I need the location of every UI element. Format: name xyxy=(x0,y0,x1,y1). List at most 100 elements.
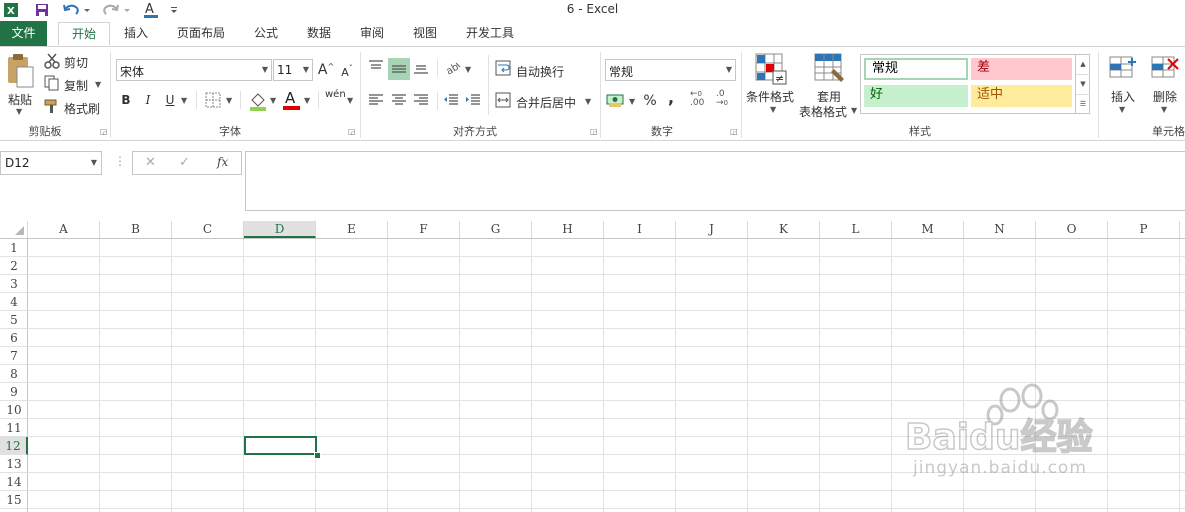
gallery-down-icon[interactable]: ▼ xyxy=(1076,75,1090,95)
chevron-down-icon[interactable]: ▼ xyxy=(262,65,268,74)
paste-dropdown-icon[interactable]: ▼ xyxy=(16,107,22,116)
chevron-down-icon[interactable]: ▼ xyxy=(91,158,97,167)
column-header-m[interactable]: M xyxy=(892,221,964,238)
row-header-8[interactable]: 8 xyxy=(0,365,28,383)
fill-handle[interactable] xyxy=(314,452,321,459)
format-as-table-icon[interactable] xyxy=(814,53,846,85)
copy-button[interactable]: 复制 xyxy=(64,77,88,94)
align-right-icon[interactable] xyxy=(413,92,431,110)
cut-button[interactable]: 剪切 xyxy=(64,54,88,71)
column-header-g[interactable]: G xyxy=(460,221,532,238)
tab-formulas[interactable]: 公式 xyxy=(248,21,284,46)
increase-indent-icon[interactable] xyxy=(465,92,483,110)
row-header-14[interactable]: 14 xyxy=(0,473,28,491)
phonetic-guide-button[interactable]: wén xyxy=(325,89,346,100)
number-format-combo[interactable]: 常规 ▼ xyxy=(605,59,736,81)
cancel-icon[interactable]: ✕ xyxy=(145,155,156,170)
number-launcher-icon[interactable]: ◲ xyxy=(730,127,738,136)
alignment-launcher-icon[interactable]: ◲ xyxy=(590,127,598,136)
wrap-text-icon[interactable] xyxy=(495,60,513,78)
format-as-table-label-2[interactable]: 表格格式 xyxy=(799,103,847,120)
row-header-15[interactable]: 15 xyxy=(0,491,28,509)
column-header-e[interactable]: E xyxy=(316,221,388,238)
drag-handle-icon[interactable]: ⋮ xyxy=(114,154,126,168)
clipboard-launcher-icon[interactable]: ◲ xyxy=(100,127,108,136)
row-header-3[interactable]: 3 xyxy=(0,275,28,293)
row-header-9[interactable]: 9 xyxy=(0,383,28,401)
merge-center-button[interactable]: 合并后居中 xyxy=(516,94,576,111)
row-header-7[interactable]: 7 xyxy=(0,347,28,365)
tab-page-layout[interactable]: 页面布局 xyxy=(170,21,232,46)
paste-button[interactable]: 粘贴 xyxy=(8,91,32,108)
name-box[interactable]: D12 ▼ xyxy=(0,151,102,175)
align-center-icon[interactable] xyxy=(391,92,409,110)
copy-dropdown-icon[interactable]: ▼ xyxy=(95,80,101,89)
accounting-dropdown-icon[interactable]: ▼ xyxy=(629,97,635,106)
underline-dropdown-icon[interactable]: ▼ xyxy=(181,96,187,105)
insert-cells-icon[interactable] xyxy=(1108,53,1138,83)
tab-home[interactable]: 开始 xyxy=(58,22,110,46)
increase-decimal-button[interactable]: ←0 .00 xyxy=(690,90,712,110)
phonetic-dropdown-icon[interactable]: ▼ xyxy=(347,96,353,105)
merge-center-icon[interactable] xyxy=(495,92,513,110)
orientation-dropdown-icon[interactable]: ▼ xyxy=(465,65,471,74)
merge-dropdown-icon[interactable]: ▼ xyxy=(585,97,591,106)
decrease-decimal-button[interactable]: .0 →0 xyxy=(716,90,738,110)
column-header-a[interactable]: A xyxy=(28,221,100,238)
enter-icon[interactable]: ✓ xyxy=(179,155,190,170)
font-launcher-icon[interactable]: ◲ xyxy=(348,127,356,136)
tab-review[interactable]: 审阅 xyxy=(354,21,390,46)
delete-cells-button[interactable]: 删除 xyxy=(1153,88,1177,105)
wrap-text-button[interactable]: 自动换行 xyxy=(516,63,564,80)
row-header-1[interactable]: 1 xyxy=(0,239,28,257)
accounting-format-icon[interactable] xyxy=(606,91,626,109)
style-good[interactable]: 好 xyxy=(864,85,968,107)
format-as-table-dropdown-icon[interactable]: ▼ xyxy=(851,106,857,115)
tab-view[interactable]: 视图 xyxy=(407,21,443,46)
align-left-icon[interactable] xyxy=(368,92,386,110)
font-color-dropdown-icon[interactable]: ▼ xyxy=(304,96,310,105)
column-header-k[interactable]: K xyxy=(748,221,820,238)
row-header-5[interactable]: 5 xyxy=(0,311,28,329)
shrink-font-button[interactable]: Aˇ xyxy=(338,61,356,83)
paste-icon[interactable] xyxy=(4,53,36,93)
orientation-icon[interactable]: ab xyxy=(444,59,464,78)
underline-button[interactable]: U xyxy=(162,90,178,110)
formula-input[interactable] xyxy=(245,151,1185,211)
decrease-indent-icon[interactable] xyxy=(443,92,461,110)
align-top-icon[interactable] xyxy=(368,59,386,77)
fill-color-icon[interactable] xyxy=(248,91,268,111)
bold-button[interactable]: B xyxy=(118,90,134,110)
column-header-n[interactable]: N xyxy=(964,221,1036,238)
conditional-formatting-button[interactable]: 条件格式 xyxy=(746,88,794,105)
column-header-o[interactable]: O xyxy=(1036,221,1108,238)
row-header-2[interactable]: 2 xyxy=(0,257,28,275)
percent-button[interactable]: % xyxy=(642,91,658,111)
column-header-h[interactable]: H xyxy=(532,221,604,238)
column-header-i[interactable]: I xyxy=(604,221,676,238)
select-all-corner[interactable] xyxy=(0,221,28,238)
row-header-11[interactable]: 11 xyxy=(0,419,28,437)
tab-developer[interactable]: 开发工具 xyxy=(460,21,520,46)
chevron-down-icon[interactable]: ▼ xyxy=(726,65,732,74)
column-header-c[interactable]: C xyxy=(172,221,244,238)
gallery-more-icon[interactable]: ☰ xyxy=(1076,95,1090,113)
gallery-scrollbar[interactable]: ▲ ▼ ☰ xyxy=(1075,55,1090,113)
fill-color-dropdown-icon[interactable]: ▼ xyxy=(270,96,276,105)
column-header-l[interactable]: L xyxy=(820,221,892,238)
column-header-p[interactable]: P xyxy=(1108,221,1180,238)
row-header-13[interactable]: 13 xyxy=(0,455,28,473)
row-header-4[interactable]: 4 xyxy=(0,293,28,311)
insert-cells-dropdown-icon[interactable]: ▼ xyxy=(1119,105,1125,114)
row-header-12[interactable]: 12 xyxy=(0,437,28,455)
italic-button[interactable]: I xyxy=(140,90,156,110)
insert-cells-button[interactable]: 插入 xyxy=(1111,88,1135,105)
tab-data[interactable]: 数据 xyxy=(301,21,337,46)
style-neutral[interactable]: 适中 xyxy=(971,85,1072,107)
borders-icon[interactable] xyxy=(205,92,223,110)
borders-dropdown-icon[interactable]: ▼ xyxy=(226,96,232,105)
delete-cells-dropdown-icon[interactable]: ▼ xyxy=(1161,105,1167,114)
active-cell-d12[interactable] xyxy=(244,436,317,455)
column-header-b[interactable]: B xyxy=(100,221,172,238)
grow-font-button[interactable]: A ^ xyxy=(317,59,335,81)
